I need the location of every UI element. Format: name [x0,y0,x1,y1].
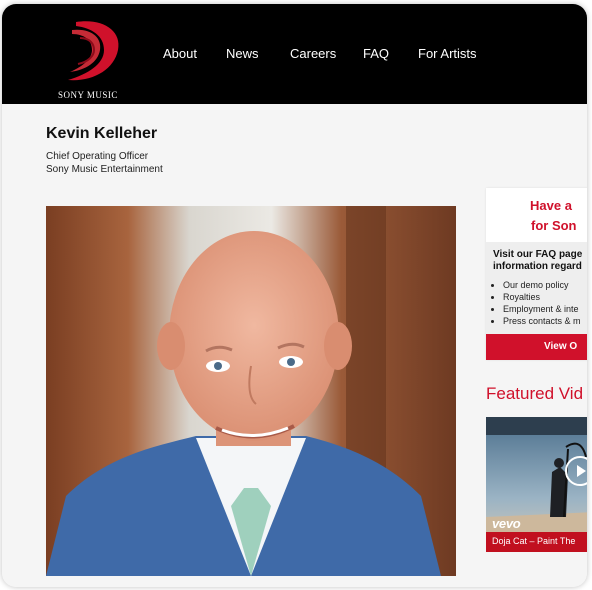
faq-topic-item: Royalties [503,291,581,303]
browser-viewport: SONY MUSIC About News Careers FAQ For Ar… [2,4,587,587]
nav-for-artists[interactable]: For Artists [418,46,477,61]
featured-video-thumbnail[interactable]: vevo Doja Cat – Paint The [486,417,587,552]
faq-callout-intro-line2: information regard [493,261,582,272]
video-title: Doja Cat – Paint The [492,536,576,546]
profile-title: Chief Operating Officer [46,151,149,162]
faq-callout-intro-line1: Visit our FAQ page [493,249,583,260]
logo-wordmark: SONY MUSIC [58,90,118,100]
faq-topic-item: Press contacts & m [503,315,581,327]
profile-name: Kevin Kelleher [46,125,158,142]
nav-careers[interactable]: Careers [290,46,336,61]
nav-about[interactable]: About [163,46,197,61]
main-content: Kevin Kelleher Chief Operating Officer S… [2,104,587,587]
video-caption-bar: Doja Cat – Paint The [486,532,587,552]
site-header: SONY MUSIC About News Careers FAQ For Ar… [2,4,587,104]
faq-callout-body: Visit our FAQ page information regard Ou… [486,242,587,334]
faq-topic-item: Our demo policy [503,279,581,291]
faq-callout: Have a for Son Visit our FAQ page inform… [486,188,587,360]
play-icon [565,456,587,486]
faq-callout-heading-line2: for Son [531,218,577,233]
faq-callout-heading-line1: Have a [530,198,572,213]
nav-news[interactable]: News [226,46,259,61]
view-faq-button[interactable]: View O [486,334,587,360]
faq-topic-item: Employment & inte [503,303,581,315]
sony-music-logo[interactable]: SONY MUSIC [48,16,138,100]
sony-music-swirl-icon [68,21,119,81]
profile-company: Sony Music Entertainment [46,164,163,175]
vevo-logo: vevo [492,516,521,531]
view-faq-button-label: View O [544,341,578,352]
faq-topic-list: Our demo policy Royalties Employment & i… [490,279,581,327]
nav-faq[interactable]: FAQ [363,46,389,61]
profile-photo [46,206,456,576]
featured-videos-heading: Featured Vid [486,384,584,403]
faq-callout-header: Have a for Son [486,188,587,242]
